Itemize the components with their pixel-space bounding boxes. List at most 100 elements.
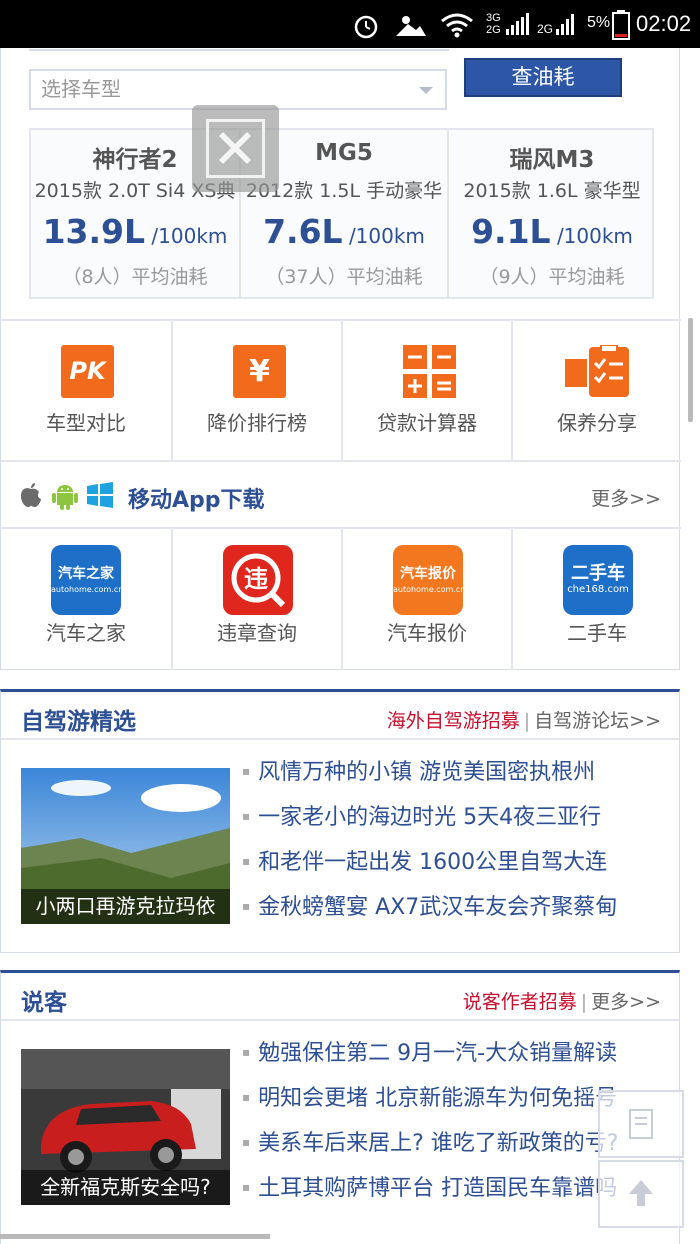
app-icon-sub: che168.com xyxy=(567,584,629,595)
app-label: 汽车报价 xyxy=(387,621,467,645)
yen-icon: ¥ xyxy=(233,345,286,398)
fuel-value: 9.1L xyxy=(471,212,551,251)
car-price-app-icon: 汽车报价 autohome.com.cn xyxy=(393,545,466,615)
app-icon-sub: autohome.com.cn xyxy=(393,585,466,594)
tool-maintenance[interactable]: 保养分享 xyxy=(511,321,681,460)
app-grid: 汽车之家 autohome.com.cn 汽车之家 违 违章查询 汽车报价 au… xyxy=(1,529,681,670)
app-autohome[interactable]: 汽车之家 autohome.com.cn 汽车之家 xyxy=(1,529,171,670)
car-average: （8人）平均油耗 xyxy=(62,266,208,288)
fuel-tools-panel: 选择车型 查油耗 神行者2 2015款 2.0T Si4 XS典 13.9L /… xyxy=(0,48,681,670)
battery-percent: 5% xyxy=(587,14,611,31)
travel-thumbnail[interactable]: 小两口再游克拉玛依 xyxy=(21,768,230,924)
check-fuel-button[interactable]: 查油耗 xyxy=(464,58,622,97)
clock: 02:02 xyxy=(636,11,692,36)
section-title[interactable]: 自驾游精选 xyxy=(21,702,136,736)
used-car-app-icon: 二手车 che168.com xyxy=(563,545,633,615)
arrow-up-icon xyxy=(629,1180,653,1206)
network-3g: 3G xyxy=(486,12,501,24)
fuel-unit: /100km xyxy=(556,224,633,248)
car-model-select-placeholder: 选择车型 xyxy=(41,77,121,101)
chevron-down-icon xyxy=(419,87,433,94)
fuel-value: 7.6L xyxy=(263,212,343,251)
app-more-link[interactable]: 更多>> xyxy=(591,484,661,511)
windows-icon[interactable] xyxy=(87,482,113,508)
talk-more-link[interactable]: 更多>> xyxy=(591,991,661,1013)
section-header: 自驾游精选 海外自驾游招募 | 自驾游论坛>> xyxy=(1,692,679,740)
tool-label: 降价排行榜 xyxy=(207,411,307,435)
app-icon-text: 违 xyxy=(244,565,268,593)
fuel-value: 13.9L xyxy=(42,212,146,251)
tool-label: 贷款计算器 xyxy=(377,411,477,435)
status-bar: 3G 2G 2G 5% 02:02 xyxy=(0,0,700,48)
tool-loan-calculator[interactable]: 贷款计算器 xyxy=(341,321,511,460)
network-2g: 2G xyxy=(486,24,501,36)
talk-thumbnail[interactable]: 全新福克斯安全吗? xyxy=(21,1049,230,1205)
car-fuel: 9.1L /100km xyxy=(449,212,655,251)
fuel-comparison: 神行者2 2015款 2.0T Si4 XS典 13.9L /100km （8人… xyxy=(29,128,654,299)
signal-2-icon xyxy=(556,12,580,40)
tool-price-drop[interactable]: ¥ 降价排行榜 xyxy=(171,321,341,460)
tool-label: 保养分享 xyxy=(557,411,637,435)
car-fuel: 13.9L /100km xyxy=(31,212,239,251)
page-content: 选择车型 查油耗 神行者2 2015款 2.0T Si4 XS典 13.9L /… xyxy=(0,48,681,1244)
car-model-select[interactable]: 选择车型 xyxy=(29,69,447,110)
battery-icon xyxy=(612,10,630,44)
feedback-float-button[interactable] xyxy=(598,1090,684,1158)
car-name: 瑞风M3 xyxy=(509,147,595,173)
alarm-icon xyxy=(352,12,380,44)
app-violation[interactable]: 违 违章查询 xyxy=(171,529,341,670)
app-icon-sub: autohome.com.cn xyxy=(51,585,124,594)
section-header: 说客 说客作者招募 | 更多>> xyxy=(1,973,679,1021)
section-links: 说客作者招募 | 更多>> xyxy=(462,991,661,1013)
thumbnail-caption: 小两口再游克拉玛依 xyxy=(21,889,230,924)
close-icon xyxy=(206,119,265,178)
back-to-top-button[interactable] xyxy=(598,1160,684,1228)
app-icon-text: 汽车之家 xyxy=(58,566,114,582)
travel-forum-link[interactable]: 自驾游论坛>> xyxy=(534,710,661,732)
apple-icon[interactable] xyxy=(19,482,43,507)
car-average: （37人）平均油耗 xyxy=(265,266,423,288)
android-icon[interactable] xyxy=(52,482,78,510)
app-download-title[interactable]: 移动App下载 xyxy=(128,482,265,514)
car-fuel: 7.6L /100km xyxy=(241,212,447,251)
app-icon-text: 汽车报价 xyxy=(400,566,456,582)
network-2g-b: 2G xyxy=(537,22,554,36)
travel-section: 自驾游精选 海外自驾游招募|自驾游论坛>> 小两口再游克拉玛依 风情万种的小镇 … xyxy=(0,689,680,953)
car-spec: 2015款 1.6L 豪华型 xyxy=(463,180,641,202)
app-download-bar: 移动App下载 更多>> xyxy=(1,460,681,529)
vertical-scrollbar[interactable] xyxy=(688,318,693,422)
tool-compare[interactable]: PK 车型对比 xyxy=(1,321,171,460)
travel-news-list: 风情万种的小镇 游览美国密执根州 一家老小的海边时光 5天4夜三亚行 和老伴一起… xyxy=(242,754,672,934)
tool-grid: PK 车型对比 ¥ 降价排行榜 贷款计算器 保养分享 xyxy=(1,319,681,460)
section-links: 海外自驾游招募 | 自驾游论坛>> xyxy=(386,710,661,732)
wifi-icon xyxy=(440,12,474,42)
talk-section: 说客 说客作者招募|更多>> 全新福克斯安全吗? 勉强保住第二 9月一汽-大众销… xyxy=(0,970,680,1244)
checklist-icon xyxy=(565,344,635,398)
author-recruit-link[interactable]: 说客作者招募 xyxy=(463,991,577,1013)
search-input-edge xyxy=(29,48,449,51)
news-item[interactable]: 和老伴一起出发 1600公里自驾大连 xyxy=(242,844,672,889)
news-item[interactable]: 金秋螃蟹宴 AX7武汉车友会齐聚蔡甸 xyxy=(242,889,672,934)
app-label: 二手车 xyxy=(567,621,627,645)
car-card-2[interactable]: 瑞风M3 2015款 1.6L 豪华型 9.1L /100km （9人）平均油耗 xyxy=(447,130,655,297)
calculator-icon xyxy=(403,345,456,398)
news-item[interactable]: 一家老小的海边时光 5天4夜三亚行 xyxy=(242,799,672,844)
app-car-price[interactable]: 汽车报价 autohome.com.cn 汽车报价 xyxy=(341,529,511,670)
app-label: 汽车之家 xyxy=(46,621,126,645)
weather-icon xyxy=(396,14,426,42)
overseas-recruit-link[interactable]: 海外自驾游招募 xyxy=(387,710,520,732)
fuel-unit: /100km xyxy=(151,224,228,248)
app-used-car[interactable]: 二手车 che168.com 二手车 xyxy=(511,529,681,670)
edit-icon xyxy=(629,1109,653,1139)
news-item[interactable]: 勉强保住第二 9月一汽-大众销量解读 xyxy=(242,1035,672,1080)
horizontal-scrollbar[interactable] xyxy=(0,1234,270,1239)
signal-icon xyxy=(506,12,532,40)
app-icon-text: 二手车 xyxy=(571,563,625,584)
close-overlay-button[interactable] xyxy=(192,105,279,192)
section-title[interactable]: 说客 xyxy=(21,983,67,1017)
news-item[interactable]: 风情万种的小镇 游览美国密执根州 xyxy=(242,754,672,799)
thumbnail-caption: 全新福克斯安全吗? xyxy=(21,1170,230,1205)
violation-app-icon: 违 xyxy=(223,545,293,615)
car-average: （9人）平均油耗 xyxy=(479,266,625,288)
pk-icon: PK xyxy=(61,345,114,398)
